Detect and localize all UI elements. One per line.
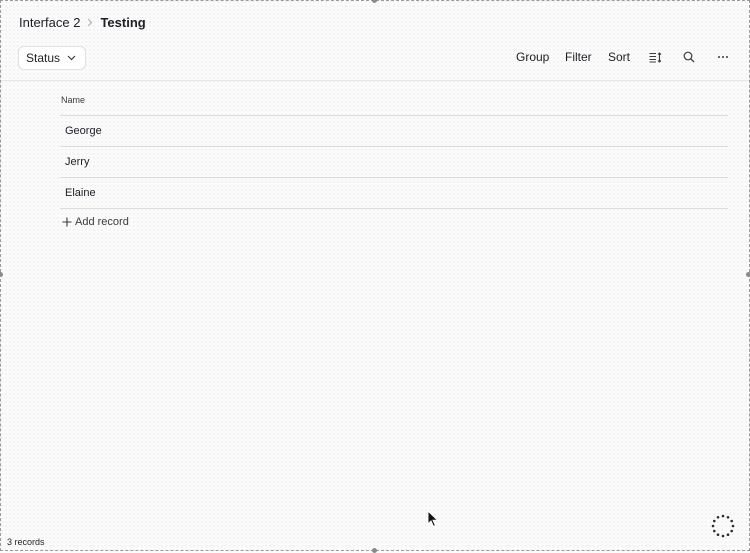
breadcrumb: Interface 2 Testing	[19, 14, 146, 30]
resize-handle-bottom[interactable]	[372, 548, 377, 553]
search-icon[interactable]	[682, 50, 696, 64]
chevron-right-icon	[87, 18, 93, 27]
record-count: 3 records	[7, 537, 45, 547]
table-row[interactable]: George	[60, 116, 728, 147]
add-record-button[interactable]: Add record	[60, 216, 728, 228]
group-button[interactable]: Group	[516, 50, 549, 64]
more-options-icon[interactable]	[716, 50, 730, 64]
toolbar-divider	[1, 80, 749, 81]
breadcrumb-parent[interactable]: Interface 2	[19, 15, 80, 30]
loading-spinner-icon	[711, 514, 735, 538]
mouse-cursor-icon	[427, 509, 439, 533]
row-name-cell: George	[65, 125, 102, 137]
resize-handle-right[interactable]	[746, 272, 750, 277]
status-filter-label: Status	[26, 51, 61, 65]
plus-icon	[62, 217, 72, 227]
sort-button[interactable]: Sort	[608, 50, 630, 64]
table-row[interactable]: Jerry	[60, 147, 728, 178]
breadcrumb-current: Testing	[100, 14, 146, 30]
canvas-frame	[0, 0, 750, 551]
filter-button[interactable]: Filter	[565, 50, 592, 64]
records-table: Name George Jerry Elaine Add record	[60, 92, 728, 228]
row-height-icon[interactable]	[648, 50, 662, 64]
row-name-cell: Jerry	[65, 156, 90, 168]
add-record-label: Add record	[75, 216, 129, 228]
column-header-name[interactable]: Name	[60, 92, 728, 116]
chevron-down-icon	[67, 55, 76, 61]
row-name-cell: Elaine	[65, 187, 96, 199]
table-row[interactable]: Elaine	[60, 178, 728, 209]
toolbar: Status Group Filter Sort	[18, 46, 740, 70]
status-filter-button[interactable]: Status	[18, 46, 87, 70]
